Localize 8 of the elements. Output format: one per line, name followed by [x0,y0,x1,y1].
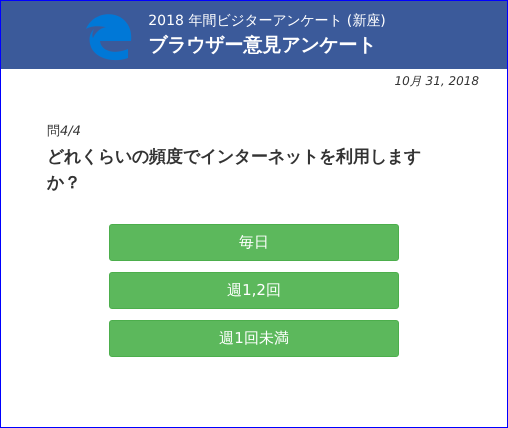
survey-date: 10月 31, 2018 [394,73,479,90]
survey-subtitle: 2018 年間ビジターアンケート (新座) [148,12,386,30]
answer-button[interactable]: 週1回未満 [109,320,399,357]
question-number: 問4/4 [47,123,81,140]
survey-title: ブラウザー意見アンケート [148,33,378,58]
answer-button[interactable]: 毎日 [109,224,399,261]
question-text: どれくらいの頻度でインターネットを利用しますか？ [47,146,422,195]
answer-button[interactable]: 週1,2回 [109,272,399,309]
